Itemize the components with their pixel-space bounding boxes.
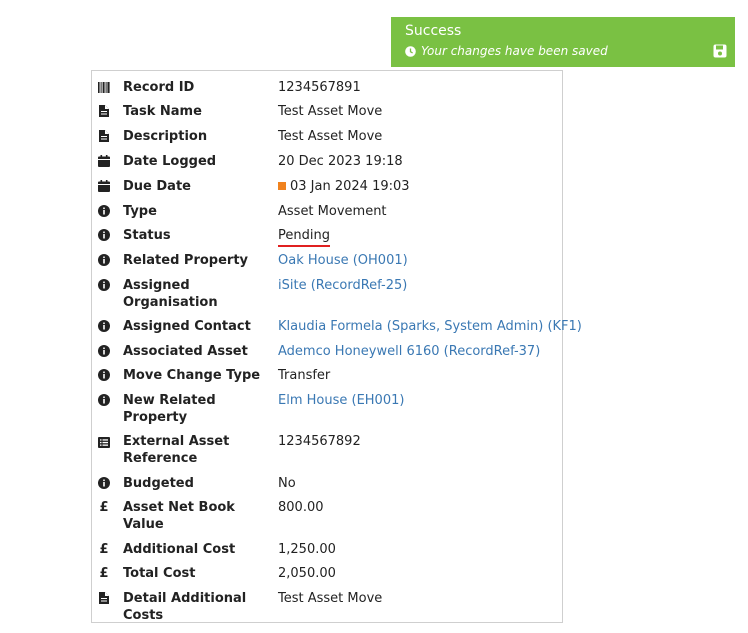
value-due-date: 03 Jan 2024 19:03	[290, 179, 410, 194]
clock-icon	[405, 45, 416, 57]
value-total-cost: 2,050.00	[278, 566, 336, 581]
label-line: Detail Additional	[123, 591, 247, 606]
value-record-id: 1234567891	[278, 80, 361, 95]
info-icon	[98, 279, 110, 291]
label-assigned-contact: Assigned Contact	[123, 319, 251, 334]
label-line: Assigned	[123, 278, 190, 293]
info-icon	[98, 320, 110, 332]
value-status: Pending	[278, 227, 330, 247]
value-status-wrap: Pending	[278, 227, 560, 247]
label-related-property: Related Property	[123, 253, 249, 268]
label-additional-cost: Additional Cost	[123, 542, 236, 557]
label-line: Costs	[123, 608, 164, 623]
document-icon	[98, 130, 110, 142]
toast-title: Success	[405, 23, 462, 39]
toast-message: Your changes have been saved	[421, 44, 608, 58]
link-related-property[interactable]: Oak House (OH001)	[278, 252, 560, 269]
value-detail-additional-costs: Test Asset Move	[278, 591, 383, 606]
value-task-name: Test Asset Move	[278, 104, 383, 119]
link-assigned-organisation[interactable]: iSite (RecordRef-25)	[278, 277, 560, 294]
label-record-id: Record ID	[123, 80, 195, 95]
label-line: Value	[123, 517, 164, 532]
link-assigned-contact[interactable]: Klaudia Formela (Sparks, System Admin) (…	[278, 318, 582, 335]
label-type: Type	[123, 204, 157, 219]
label-line: External Asset	[123, 434, 230, 449]
info-icon	[98, 477, 110, 489]
label-line: New Related	[123, 393, 216, 408]
label-move-change-type: Move Change Type	[123, 368, 261, 383]
value-external-asset-reference: 1234567892	[278, 434, 361, 449]
info-icon	[98, 394, 110, 406]
info-icon	[98, 254, 110, 266]
label-task-name: Task Name	[123, 104, 202, 119]
value-due-date-wrap: 03 Jan 2024 19:03	[278, 178, 560, 195]
value-date-logged: 20 Dec 2023 19:18	[278, 154, 403, 169]
label-status: Status	[123, 228, 171, 243]
label-description: Description	[123, 129, 208, 144]
label-assigned-organisation: Assigned Organisation	[123, 277, 263, 311]
pound-icon: £	[99, 566, 109, 581]
value-move-change-type: Transfer	[278, 368, 331, 383]
overdue-flag-icon	[278, 182, 286, 190]
label-budgeted: Budgeted	[123, 476, 194, 491]
value-additional-cost: 1,250.00	[278, 542, 336, 557]
pound-icon: £	[99, 500, 109, 515]
list-icon	[98, 436, 110, 448]
label-line: Asset Net Book	[123, 500, 235, 515]
value-description: Test Asset Move	[278, 129, 383, 144]
label-line: Reference	[123, 451, 198, 466]
document-icon	[98, 105, 110, 117]
label-asset-net-book-value: Asset Net Book Value	[123, 499, 263, 533]
value-budgeted: No	[278, 476, 296, 491]
toast-message-row: Your changes have been saved	[405, 44, 608, 58]
label-line: Property	[123, 410, 188, 425]
value-type: Asset Movement	[278, 204, 387, 219]
label-date-logged: Date Logged	[123, 154, 217, 169]
calendar-icon	[98, 180, 110, 192]
pound-icon: £	[99, 542, 109, 557]
barcode-icon	[98, 81, 110, 93]
save-icon[interactable]	[713, 43, 727, 58]
label-line: Organisation	[123, 295, 218, 310]
info-icon	[98, 229, 110, 241]
info-icon	[98, 345, 110, 357]
label-external-asset-reference: External Asset Reference	[123, 433, 263, 467]
document-icon	[98, 592, 110, 604]
value-asset-net-book-value: 800.00	[278, 500, 324, 515]
link-associated-asset[interactable]: Ademco Honeywell 6160 (RecordRef-37)	[278, 343, 560, 360]
calendar-icon	[98, 155, 110, 167]
label-due-date: Due Date	[123, 179, 191, 194]
label-new-related-property: New Related Property	[123, 392, 263, 426]
info-icon	[98, 205, 110, 217]
info-icon	[98, 369, 110, 381]
label-associated-asset: Associated Asset	[123, 344, 248, 359]
label-total-cost: Total Cost	[123, 566, 196, 581]
link-new-related-property[interactable]: Elm House (EH001)	[278, 392, 560, 409]
label-detail-additional-costs: Detail Additional Costs	[123, 590, 263, 624]
success-toast: Success Your changes have been saved	[391, 17, 735, 67]
record-details-panel: Record ID 1234567891 Task Name Test Asse…	[91, 70, 582, 624]
